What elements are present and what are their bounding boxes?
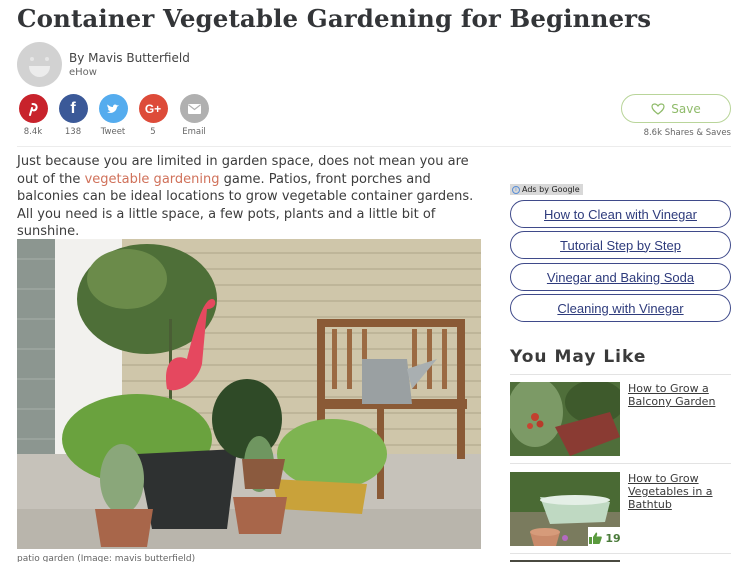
article-photo[interactable]: [17, 239, 481, 549]
share-email[interactable]: Email: [174, 94, 214, 137]
ads-label-text: Ads by Google: [522, 185, 580, 194]
author-avatar[interactable]: [17, 42, 62, 87]
ad-link[interactable]: Vinegar and Baking Soda: [510, 263, 731, 291]
ad-link[interactable]: Cleaning with Vinegar: [510, 294, 731, 322]
shares-saves-count: 8.6k Shares & Saves: [643, 128, 731, 138]
facebook-icon[interactable]: f: [58, 94, 88, 123]
twitter-icon[interactable]: [98, 94, 128, 123]
vegetable-gardening-link[interactable]: vegetable gardening: [85, 172, 220, 187]
avatar-eye: [45, 57, 49, 61]
avatar-eye: [30, 57, 34, 61]
pinterest-icon[interactable]: [18, 94, 48, 123]
google-plus-icon[interactable]: G+: [138, 94, 168, 123]
related-thumbnail[interactable]: [510, 382, 620, 456]
divider: [510, 463, 731, 464]
divider: [510, 553, 731, 554]
share-facebook[interactable]: f 138: [53, 94, 93, 137]
share-count: 5: [150, 127, 156, 137]
article-title: Container Vegetable Gardening for Beginn…: [17, 4, 652, 33]
you-may-like-heading: You May Like: [510, 347, 647, 367]
share-pinterest[interactable]: 8.4k: [13, 94, 53, 137]
author-byline[interactable]: By Mavis Butterfield: [69, 51, 190, 65]
share-count: 8.4k: [23, 127, 43, 137]
share-google-plus[interactable]: G+ 5: [133, 94, 173, 137]
save-button[interactable]: Save: [621, 94, 731, 123]
ads-by-google-label[interactable]: i Ads by Google: [510, 184, 583, 195]
intro-paragraph: Just because you are limited in garden s…: [17, 153, 487, 241]
divider: [510, 374, 731, 375]
share-count: Email: [182, 127, 206, 137]
info-icon[interactable]: i: [512, 185, 520, 194]
avatar-mouth: [29, 66, 50, 77]
likes-badge[interactable]: 19: [588, 527, 622, 549]
related-article-link[interactable]: How to Grow Vegetables in a Bathtub: [628, 472, 728, 511]
share-count: 138: [64, 127, 82, 137]
related-article-link[interactable]: How to Grow a Balcony Garden: [628, 382, 728, 408]
ad-link[interactable]: Tutorial Step by Step: [510, 231, 731, 259]
save-label: Save: [671, 101, 701, 116]
image-caption: patio garden (Image: mavis butterfield): [17, 554, 196, 562]
email-icon[interactable]: [179, 94, 209, 123]
thumbs-up-icon: [589, 532, 603, 544]
share-count: Tweet: [100, 127, 126, 137]
share-twitter[interactable]: Tweet: [93, 94, 133, 137]
likes-count: 19: [605, 531, 621, 545]
heart-icon: [651, 102, 665, 115]
divider: [17, 146, 731, 147]
source-label: eHow: [69, 67, 97, 78]
ad-link[interactable]: How to Clean with Vinegar: [510, 200, 731, 228]
patio-garden-image: [17, 239, 481, 549]
balcony-garden-image: [510, 382, 620, 456]
